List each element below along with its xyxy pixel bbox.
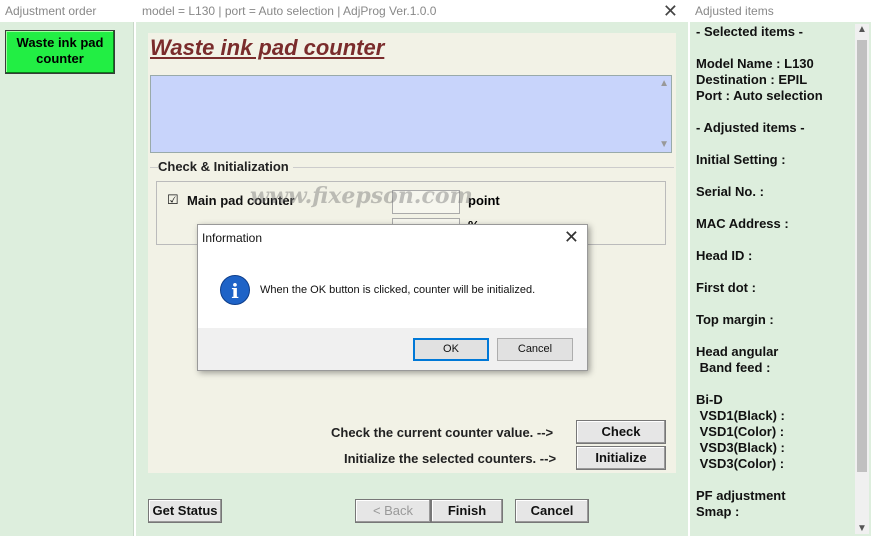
finish-button[interactable]: Finish	[431, 499, 503, 523]
adjusted-item-line	[696, 296, 851, 312]
adjusted-item-line: - Adjusted items -	[696, 120, 805, 135]
scroll-down-icon[interactable]: ▼	[857, 523, 867, 534]
adjusted-item-line	[696, 168, 851, 184]
get-status-button[interactable]: Get Status	[148, 499, 222, 523]
log-textarea[interactable]: ▲ ▼	[150, 75, 672, 153]
adjustment-order-title: Adjustment order	[0, 0, 134, 22]
adjusted-item-line	[696, 136, 851, 152]
adjusted-item-line: VSD3(Color) :	[696, 456, 785, 471]
adjusted-item-line: Top margin :	[696, 312, 774, 327]
scrollbar-thumb[interactable]	[857, 40, 867, 472]
close-icon[interactable]: ✕	[564, 227, 579, 248]
scroll-up-icon[interactable]: ▲	[857, 24, 867, 35]
close-icon[interactable]: ✕	[663, 1, 678, 21]
dialog-cancel-button[interactable]: Cancel	[497, 338, 573, 361]
adjusted-item-line: VSD1(Color) :	[696, 424, 785, 439]
adjusted-item-line	[696, 104, 851, 120]
group-label: Check & Initialization	[158, 159, 293, 174]
main-pad-checkbox[interactable]: ☑	[167, 192, 179, 208]
cancel-button[interactable]: Cancel	[515, 499, 589, 523]
adjusted-item-line: Band feed :	[696, 360, 771, 375]
adjusted-item-line: VSD3(Black) :	[696, 440, 785, 455]
adjusted-item-line	[696, 264, 851, 280]
ok-button[interactable]: OK	[413, 338, 489, 361]
adjusted-item-line: Initial Setting :	[696, 152, 786, 167]
adjusted-item-line	[696, 376, 851, 392]
check-button[interactable]: Check	[576, 420, 666, 444]
adjusted-item-line: MAC Address :	[696, 216, 789, 231]
adjusted-item-line	[696, 328, 851, 344]
adjusted-item-line	[696, 232, 851, 248]
dialog-title: Information	[202, 231, 263, 245]
adjusted-item-line: Head ID :	[696, 248, 753, 263]
back-button[interactable]: < Back	[355, 499, 431, 523]
adjusted-item-line: - Selected items -	[696, 24, 803, 39]
adjusted-item-line: Destination : EPIL	[696, 72, 808, 87]
page-title: Waste ink pad counter	[150, 35, 385, 60]
check-instruction: Check the current counter value. -->	[331, 425, 554, 440]
adjusted-item-line: Serial No. :	[696, 184, 764, 199]
window-title: model = L130 | port = Auto selection | A…	[136, 0, 688, 22]
watermark: www.fixepson.com	[250, 183, 473, 209]
adjusted-item-line	[696, 40, 851, 56]
initialize-button[interactable]: Initialize	[576, 446, 666, 470]
initialize-instruction: Initialize the selected counters. -->	[344, 451, 557, 466]
adjusted-item-line: First dot :	[696, 280, 756, 295]
dialog-message: When the OK button is clicked, counter w…	[260, 284, 536, 296]
adjusted-item-line: Smap :	[696, 504, 740, 519]
scroll-up-icon[interactable]: ▲	[659, 78, 669, 89]
information-dialog: Information ✕ i When the OK button is cl…	[197, 224, 588, 371]
scroll-down-icon[interactable]: ▼	[659, 139, 669, 150]
adjusted-item-line: Model Name : L130	[696, 56, 814, 71]
adjusted-item-line	[696, 472, 851, 488]
adjusted-items-list: - Selected items - Model Name : L130 Desti…	[696, 24, 851, 520]
adjusted-items-panel: Adjusted items - Selected items - Model N…	[690, 0, 871, 536]
adjusted-item-line: VSD1(Black) :	[696, 408, 785, 423]
adjusted-item-line: Bi-D	[696, 392, 723, 407]
info-icon: i	[220, 275, 250, 305]
adjusted-item-line: Head angular	[696, 344, 779, 359]
adjusted-item-line	[696, 200, 851, 216]
dialog-footer: OK Cancel	[198, 328, 587, 370]
adjusted-items-title: Adjusted items	[690, 0, 871, 22]
scrollbar[interactable]: ▲ ▼	[855, 24, 869, 534]
adjustment-order-panel: Adjustment order Waste ink pad counter	[0, 0, 134, 536]
waste-ink-pad-counter-button[interactable]: Waste ink pad counter	[5, 30, 115, 74]
adjusted-item-line: PF adjustment	[696, 488, 786, 503]
adjusted-item-line: Port : Auto selection	[696, 88, 823, 103]
